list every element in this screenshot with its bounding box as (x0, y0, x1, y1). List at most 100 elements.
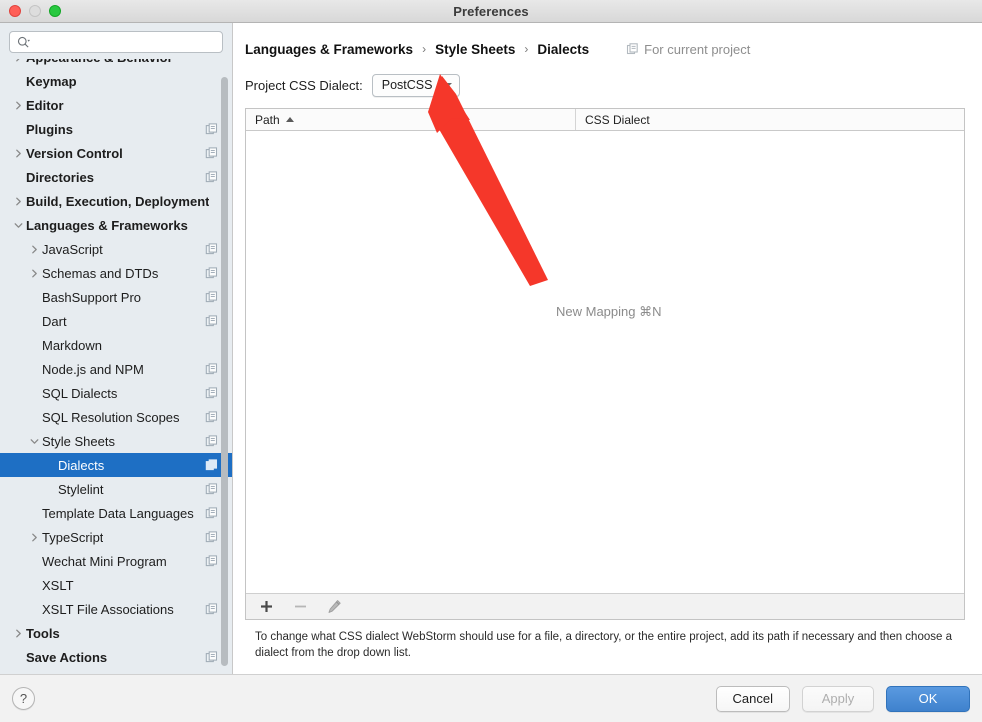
sidebar-item-sql-dialects[interactable]: SQL Dialects (0, 381, 232, 405)
search-input[interactable] (30, 33, 222, 51)
sidebar-item-markdown[interactable]: Markdown (0, 333, 232, 357)
project-scope-icon (205, 386, 218, 398)
sidebar-item-label: Tools (26, 625, 60, 641)
project-css-dialect-label: Project CSS Dialect: (245, 77, 363, 93)
sidebar-item-version-control[interactable]: Version Control (0, 141, 232, 165)
close-window-button[interactable] (9, 5, 21, 17)
minimize-window-button[interactable] (29, 5, 41, 17)
search-box[interactable] (9, 31, 223, 53)
project-scope-icon (205, 314, 218, 326)
cancel-button[interactable]: Cancel (715, 685, 790, 712)
sidebar-item-node-js-and-npm[interactable]: Node.js and NPM (0, 357, 232, 381)
breadcrumb-separator-icon: › (422, 42, 427, 56)
chevron-right-icon[interactable] (26, 533, 42, 542)
sidebar-item-label: Dart (42, 313, 67, 329)
chevron-right-icon[interactable] (26, 245, 42, 254)
table-header-row: Path CSS Dialect (246, 109, 964, 131)
minus-icon (295, 605, 306, 608)
chevron-right-icon[interactable] (10, 629, 26, 638)
project-scope-icon (205, 602, 218, 614)
sidebar-item-directories[interactable]: Directories (0, 165, 232, 189)
sidebar-item-label: Dialects (58, 457, 105, 473)
sidebar-item-label: JavaScript (42, 241, 103, 257)
sidebar-item-label: TypeScript (42, 529, 104, 545)
sidebar-item-dialects[interactable]: Dialects (0, 453, 232, 477)
settings-tree[interactable]: Appearance & Behavior Keymap Editor Plugins… (0, 59, 232, 674)
sidebar-item-dart[interactable]: Dart (0, 309, 232, 333)
column-header-css-dialect[interactable]: CSS Dialect (576, 109, 964, 130)
sidebar-item-label: SQL Dialects (42, 385, 118, 401)
project-css-dialect-dropdown[interactable]: PostCSS (371, 73, 461, 97)
help-button[interactable]: ? (12, 687, 35, 710)
sidebar-item-template-data-languages[interactable]: Template Data Languages (0, 501, 232, 525)
column-header-path[interactable]: Path (246, 109, 576, 130)
sidebar-item-label: Template Data Languages (42, 505, 194, 521)
column-header-css-dialect-label: CSS Dialect (585, 112, 650, 127)
sidebar-item-languages-frameworks[interactable]: Languages & Frameworks (0, 213, 232, 237)
sidebar-item-stylelint[interactable]: Stylelint (0, 477, 232, 501)
sidebar-item-label: Save Actions (26, 649, 108, 665)
project-scope-icon (205, 410, 218, 422)
table-toolbar (246, 592, 964, 619)
ok-button[interactable]: OK (886, 685, 970, 712)
apply-button: Apply (802, 685, 874, 712)
sidebar-item-label: Directories (26, 169, 94, 185)
sidebar-item-xslt-file-associations[interactable]: XSLT File Associations (0, 597, 232, 621)
sidebar-item-editor[interactable]: Editor (0, 93, 232, 117)
preferences-window: Preferences Appearance & Behavior Keymap E… (0, 0, 982, 722)
sidebar-item-javascript[interactable]: JavaScript (0, 237, 232, 261)
sidebar-item-label: BashSupport Pro (42, 289, 142, 305)
sidebar-item-label: XSLT File Associations (42, 601, 174, 617)
table-body[interactable]: New Mapping ⌘N (246, 131, 964, 593)
chevron-right-icon[interactable] (26, 269, 42, 278)
pencil-icon (328, 599, 341, 613)
sidebar-item-label: Markdown (42, 337, 102, 353)
sidebar-item-appearance-behavior[interactable]: Appearance & Behavior (0, 59, 232, 69)
sidebar-scrollbar-track[interactable] (221, 77, 228, 666)
edit-mapping-button[interactable] (326, 598, 343, 615)
column-header-path-label: Path (255, 112, 280, 127)
project-scope-icon (205, 290, 218, 302)
chevron-down-icon[interactable] (26, 437, 42, 446)
title-bar: Preferences (0, 0, 982, 23)
sidebar-item-xslt[interactable]: XSLT (0, 573, 232, 597)
sidebar-item-label: Languages & Frameworks (26, 217, 188, 233)
project-scope-icon (627, 42, 638, 54)
zoom-window-button[interactable] (49, 5, 61, 17)
chevron-right-icon[interactable] (10, 59, 26, 62)
for-current-project-label: For current project (644, 41, 751, 57)
sidebar-item-label: Style Sheets (42, 433, 115, 449)
sidebar-item-style-sheets[interactable]: Style Sheets (0, 429, 232, 453)
project-scope-icon (205, 554, 218, 566)
chevron-right-icon[interactable] (10, 101, 26, 110)
sidebar-item-typescript[interactable]: TypeScript (0, 525, 232, 549)
remove-mapping-button[interactable] (292, 598, 309, 615)
sidebar-item-keymap[interactable]: Keymap (0, 69, 232, 93)
chevron-down-icon (442, 82, 453, 88)
sidebar-item-build-execution-deployment[interactable]: Build, Execution, Deployment (0, 189, 232, 213)
chevron-down-icon[interactable] (10, 221, 26, 230)
sidebar-item-sql-resolution-scopes[interactable]: SQL Resolution Scopes (0, 405, 232, 429)
project-css-dialect-value: PostCSS (381, 78, 433, 92)
project-scope-icon (205, 458, 218, 470)
sidebar-item-tools[interactable]: Tools (0, 621, 232, 645)
sidebar-scrollbar-thumb[interactable] (221, 77, 228, 666)
body: Appearance & Behavior Keymap Editor Plugins… (0, 23, 982, 674)
sidebar-item-bashsupport-pro[interactable]: BashSupport Pro (0, 285, 232, 309)
sidebar-item-plugins[interactable]: Plugins (0, 117, 232, 141)
sidebar-item-label: Build, Execution, Deployment (26, 193, 210, 209)
breadcrumb-item-languages[interactable]: Languages & Frameworks (245, 42, 413, 57)
sidebar-item-save-actions[interactable]: Save Actions (0, 645, 232, 669)
dialect-hint-text: To change what CSS dialect WebStorm shou… (255, 630, 952, 660)
sort-ascending-icon (285, 117, 294, 122)
project-scope-icon (205, 266, 218, 278)
sidebar-item-schemas-and-dtds[interactable]: Schemas and DTDs (0, 261, 232, 285)
add-mapping-button[interactable] (258, 598, 275, 615)
search-icon (17, 36, 30, 48)
breadcrumb-item-style-sheets[interactable]: Style Sheets (435, 42, 515, 57)
chevron-right-icon[interactable] (10, 149, 26, 158)
window-controls (9, 0, 61, 22)
sidebar-item-wechat-mini-program[interactable]: Wechat Mini Program (0, 549, 232, 573)
sidebar-item-label: Schemas and DTDs (42, 265, 159, 281)
chevron-right-icon[interactable] (10, 197, 26, 206)
